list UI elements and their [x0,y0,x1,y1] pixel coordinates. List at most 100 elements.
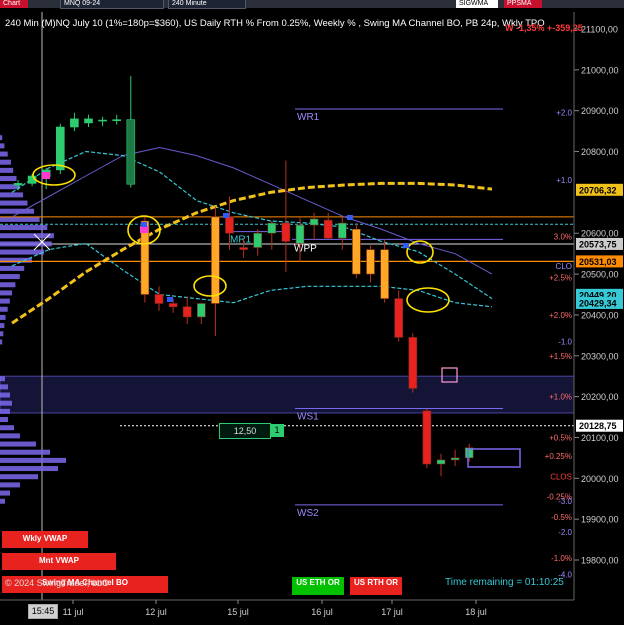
highlight-ellipse [193,275,227,297]
y-tick-label: 20300,00 [581,351,619,361]
percent-label: +1.5% [549,352,572,361]
candle-body [168,303,178,308]
y-tick-label: 20100,00 [581,433,619,443]
y-tick-label: 19900,00 [581,515,619,525]
profile-bar [0,274,20,280]
candle-body [267,222,277,234]
order-price-box[interactable]: 12,50 [219,423,271,439]
candle-body [408,337,418,389]
time-remaining-text: Time remaining = 01:10:25 [445,577,564,588]
channel-upper-line [11,150,493,300]
profile-bar [0,498,5,504]
us-rth-or-button[interactable]: US RTH OR [350,577,402,595]
profile-bar [0,314,6,320]
profile-bar [0,192,24,198]
signal-marker [403,243,409,248]
us-eth-or-button[interactable]: US ETH OR [292,577,344,595]
price-tag-label: 20706,32 [579,185,617,195]
signal-marker [347,215,353,220]
y-tick-label: 20600,00 [581,229,619,239]
ws1-zone [0,375,575,414]
profile-bar [0,490,10,496]
candle-body [182,306,192,318]
candle-body [295,224,305,244]
candle-body [126,119,136,185]
candle-body [323,219,333,239]
candle-body [211,216,220,304]
y-tick-label: 20200,00 [581,392,619,402]
profile-bar [0,167,14,173]
price-tag-label: 20128,75 [579,421,617,431]
x-tick-label: 15 jul [227,607,249,617]
profile-bar [0,482,20,488]
percent-label: +2.0% [549,311,572,320]
candle-body [380,249,389,299]
candle-body [84,118,93,124]
candle-body [55,126,65,171]
percent-label: +2.0 [556,109,572,118]
profile-bar [0,306,8,312]
y-tick-label: 20400,00 [581,310,619,320]
weekly-pnl-text: W -1,35% +-359,25 [505,23,583,33]
profile-bar [0,408,10,414]
percent-label: -0.5% [551,513,572,522]
profile-bar [0,449,50,455]
percent-label: CLOS [550,472,572,481]
y-tick-label: 20900,00 [581,106,619,116]
wkly-vwap-button[interactable]: Wkly VWAP [2,531,88,548]
signal-marker [42,172,50,179]
price-tag-label: 20429,34 [579,298,617,308]
candle-body [225,216,234,234]
signal-marker [167,297,173,302]
order-qty-box[interactable]: 1 [270,424,284,437]
highlight-ellipse [32,164,76,186]
candle-body [154,294,164,304]
y-tick-label: 20000,00 [581,474,619,484]
profile-bar [0,290,13,296]
profile-bar [0,216,40,222]
chart-title: 240 Min (M)NQ July 10 (1%=180p=$360), US… [5,18,545,29]
candle-body [197,303,206,318]
candle-body [253,232,262,248]
profile-bar [0,151,8,157]
y-tick-label: 21100,00 [581,25,618,35]
price-chart[interactable]: WR1 MR1 WPP WS1 WS2 21100,00 21000,00 20900,00… [0,0,624,625]
mnt-vwap-button[interactable]: Mnt VWAP [2,553,116,570]
profile-bar [0,466,58,472]
level-mr1-label: MR1 [230,235,252,246]
percent-label: +0.25% [545,452,572,461]
profile-bar [0,433,20,439]
level-wr1-label: WR1 [297,112,320,123]
profile-bar [0,392,10,398]
candle-body [450,457,460,461]
profile-bar [0,376,5,382]
profile-bar [0,135,3,141]
level-wpp-label: WPP [294,243,317,254]
x-tick-label: 18 jul [465,607,487,617]
percent-label: -3.0 [558,497,572,506]
profile-bar [0,425,14,431]
profile-bar [0,441,36,447]
profile-bar [0,457,66,463]
candle-body [352,228,361,275]
profile-bar [0,249,44,255]
signal-marker [141,222,147,227]
profile-bar [0,400,12,406]
candle-body [309,218,319,226]
signal-marker [140,226,148,233]
profile-bar [0,298,10,304]
candle-body [98,119,107,122]
highlight-ellipse [406,287,450,313]
level-ws1-label: WS1 [297,411,319,422]
candle-body [422,410,432,465]
profile-bar [0,159,11,165]
profile-bar [0,323,5,329]
candle-body [281,222,291,242]
y-tick-label: 19800,00 [581,556,619,566]
x-tick-label: 17 jul [381,607,403,617]
profile-bar [0,176,17,182]
current-bar-box [467,448,521,468]
x-tick-label: 16 jul [311,607,333,617]
profile-bar [0,265,25,271]
percent-label: +0.5% [549,433,572,442]
